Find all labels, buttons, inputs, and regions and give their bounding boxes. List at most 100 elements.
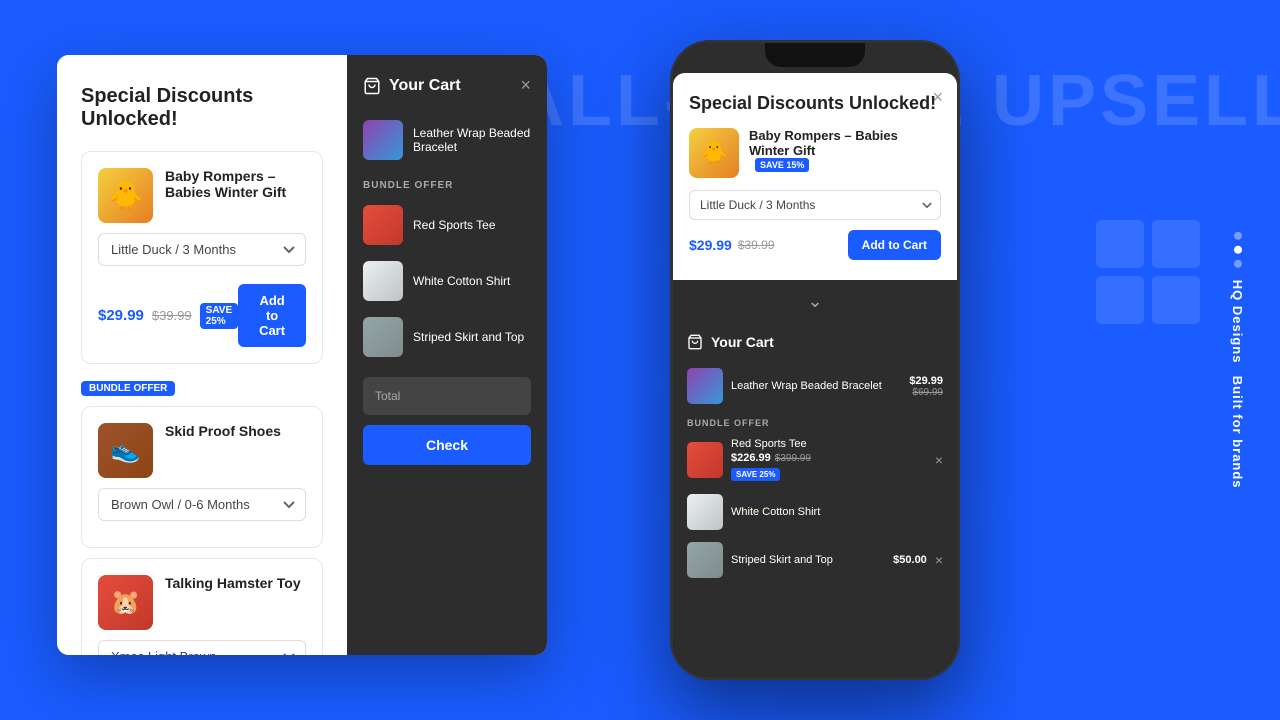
branding-tagline: Built for brands	[1230, 375, 1245, 488]
bundle-badge: BUNDLE OFFER	[81, 381, 175, 396]
total-bar: Total	[363, 377, 531, 415]
mobile-cart-img-red-tee	[687, 442, 723, 478]
cart-item-img-white-shirt	[363, 261, 403, 301]
bundle-card: BUNDLE OFFER 👟 Skid Proof Shoes Brown Ow…	[81, 378, 323, 655]
product-card-hamster: 🐹 Talking Hamster Toy Xmas Light Brown	[81, 558, 323, 655]
cart-item-img-skirt	[363, 317, 403, 357]
mobile-cart-name-white-shirt: White Cotton Shirt	[731, 506, 943, 518]
mobile-card-footer-baby: $29.99 $39.99 Add to Cart	[689, 230, 941, 260]
discount-title: Special Discounts Unlocked!	[81, 85, 323, 131]
product-row-shoes: 👟 Skid Proof Shoes	[98, 423, 306, 478]
mobile-price-original-baby: $39.99	[738, 238, 775, 252]
mobile-add-to-cart-baby[interactable]: Add to Cart	[848, 230, 941, 260]
dot-1	[1234, 232, 1242, 240]
product-img-baby: 🐥	[98, 168, 153, 223]
mobile-remove-skirt[interactable]: ×	[935, 552, 943, 568]
cart-item-name-white-shirt: White Cotton Shirt	[413, 274, 531, 288]
mobile-save-tag-red-tee: SAVE 25%	[731, 468, 780, 481]
mobile-cart-info-red-tee: Red Sports Tee $226.99 $399.99 SAVE 25%	[731, 438, 927, 482]
mobile-cart-price-red-tee: $226.99	[731, 452, 771, 464]
mobile-cart-price-skirt: $50.00	[893, 554, 927, 566]
mobile-cart-img-skirt	[687, 542, 723, 578]
product-img-hamster: 🐹	[98, 575, 153, 630]
mobile-product-name-baby: Baby Rompers – Babies Winter Gift	[749, 128, 941, 158]
cart-item-name-red-tee: Red Sports Tee	[413, 218, 531, 232]
mobile-product-img-baby: 🐥	[689, 128, 739, 178]
mobile-save-badge-baby: SAVE 15%	[755, 158, 809, 172]
cart-header: Your Cart ×	[363, 75, 531, 96]
chevron-separator: ⌄	[673, 283, 957, 320]
mobile-cart-name-skirt: Striped Skirt and Top	[731, 554, 885, 566]
product-row-hamster: 🐹 Talking Hamster Toy	[98, 575, 306, 630]
mobile-cart-icon	[687, 334, 703, 350]
cart-icon	[363, 77, 381, 95]
product-name-hamster: Talking Hamster Toy	[165, 575, 306, 591]
cart-item-img-bracelet	[363, 120, 403, 160]
add-to-cart-baby[interactable]: Add to Cart	[238, 284, 306, 347]
mobile-cart-item-red-tee: Red Sports Tee $226.99 $399.99 SAVE 25% …	[687, 432, 943, 488]
mobile-cart-section: Your Cart Leather Wrap Beaded Bracelet $…	[673, 320, 957, 598]
discount-panel: Special Discounts Unlocked! 🐥 Baby Rompe…	[57, 55, 347, 655]
cart-item-white-shirt: White Cotton Shirt	[363, 253, 531, 309]
mobile-product-row-baby: 🐥 Baby Rompers – Babies Winter Gift SAVE…	[689, 128, 941, 178]
mobile-price-current-baby: $29.99	[689, 237, 732, 253]
decorative-squares	[1096, 220, 1200, 324]
cart-item-skirt: Striped Skirt and Top	[363, 309, 531, 365]
mobile-cart-item-skirt: Striped Skirt and Top $50.00 ×	[687, 536, 943, 584]
product-card-shoes: 👟 Skid Proof Shoes Brown Owl / 0-6 Month…	[81, 406, 323, 548]
product-card-baby-rompers: 🐥 Baby Rompers – Babies Winter Gift Litt…	[81, 151, 323, 364]
branding-label: HQ Designs	[1230, 280, 1245, 364]
cart-item-name-skirt: Striped Skirt and Top	[413, 330, 531, 344]
phone-mockup: Special Discounts Unlocked! × 🐥 Baby Rom…	[670, 40, 960, 680]
mobile-price-row-baby: $29.99 $39.99	[689, 237, 775, 253]
cart-item-bracelet: Leather Wrap Beaded Bracelet	[363, 112, 531, 168]
mobile-cart-price-bracelet: $29.99	[909, 375, 943, 387]
mobile-cart-info-white-shirt: White Cotton Shirt	[731, 506, 943, 518]
dot-indicators	[1234, 232, 1242, 268]
mobile-cart-item-bracelet: Leather Wrap Beaded Bracelet $29.99 $69.…	[687, 362, 943, 410]
dot-3	[1234, 260, 1242, 268]
mobile-cart-name-bracelet: Leather Wrap Beaded Bracelet	[731, 380, 901, 392]
right-branding: HQ Designs Built for brands	[1215, 232, 1260, 488]
mobile-cart-title: Your Cart	[687, 334, 943, 350]
mobile-bundle-label: BUNDLE OFFER	[687, 418, 943, 428]
cart-item-name-bracelet: Leather Wrap Beaded Bracelet	[413, 126, 531, 154]
product-name-baby: Baby Rompers – Babies Winter Gift	[165, 168, 306, 200]
price-row-baby: $29.99 $39.99 SAVE 25%	[98, 303, 238, 329]
cart-item-red-tee: Red Sports Tee	[363, 197, 531, 253]
price-current-baby: $29.99	[98, 307, 144, 324]
cart-panel: Your Cart × Leather Wrap Beaded Bracelet…	[347, 55, 547, 655]
variant-select-baby[interactable]: Little Duck / 3 Months	[98, 233, 306, 266]
bundle-section-label: BUNDLE OFFER	[363, 180, 531, 191]
mobile-variant-select-baby[interactable]: Little Duck / 3 Months	[689, 190, 941, 220]
cart-close-button[interactable]: ×	[520, 75, 531, 96]
mobile-cart-img-white-shirt	[687, 494, 723, 530]
mobile-cart-img-bracelet	[687, 368, 723, 404]
mobile-close-button[interactable]: ×	[932, 87, 943, 108]
product-img-shoes: 👟	[98, 423, 153, 478]
variant-select-shoes[interactable]: Brown Owl / 0-6 Months	[98, 488, 306, 521]
mobile-cart-info-bracelet: Leather Wrap Beaded Bracelet	[731, 380, 901, 392]
save-badge-baby: SAVE 25%	[200, 303, 239, 329]
chevron-down-icon: ⌄	[673, 283, 957, 320]
mobile-discount-popup: Special Discounts Unlocked! × 🐥 Baby Rom…	[673, 73, 957, 280]
card-footer-baby: $29.99 $39.99 SAVE 25% Add to Cart	[98, 284, 306, 347]
mobile-cart-price-orig-bracelet: $69.99	[909, 387, 943, 398]
total-label: Total	[375, 389, 400, 403]
variant-select-hamster[interactable]: Xmas Light Brown	[98, 640, 306, 655]
mobile-cart-info-skirt: Striped Skirt and Top	[731, 554, 885, 566]
phone-notch	[765, 43, 865, 67]
mobile-remove-red-tee[interactable]: ×	[935, 452, 943, 468]
desktop-popup: Special Discounts Unlocked! 🐥 Baby Rompe…	[57, 55, 547, 655]
checkout-button[interactable]: Check	[363, 425, 531, 465]
product-name-shoes: Skid Proof Shoes	[165, 423, 306, 439]
mobile-cart-name-red-tee: Red Sports Tee	[731, 438, 927, 450]
mobile-cart-prices-bracelet: $29.99 $69.99	[909, 375, 943, 398]
mobile-cart-item-white-shirt: White Cotton Shirt	[687, 488, 943, 536]
cart-item-img-red-tee	[363, 205, 403, 245]
mobile-product-info-baby: Baby Rompers – Babies Winter Gift SAVE 1…	[749, 128, 941, 172]
cart-title: Your Cart	[363, 77, 461, 95]
product-row-baby: 🐥 Baby Rompers – Babies Winter Gift	[98, 168, 306, 223]
dot-2	[1234, 246, 1242, 254]
phone-screen: Special Discounts Unlocked! × 🐥 Baby Rom…	[673, 43, 957, 677]
